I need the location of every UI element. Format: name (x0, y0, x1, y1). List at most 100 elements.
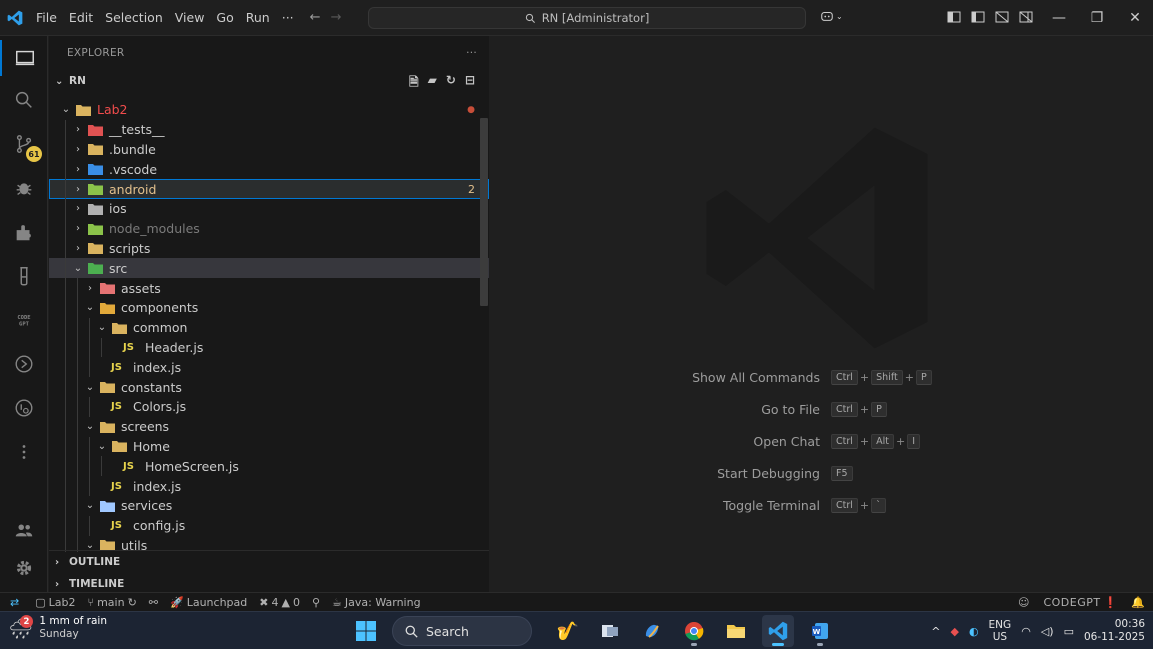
sync-icon[interactable]: ↻ (128, 596, 137, 609)
explorer-icon[interactable] (0, 40, 48, 76)
chevron-down-icon: ⌄ (61, 104, 71, 116)
trumpet-icon: 🎷 (556, 620, 580, 642)
menu-edit[interactable]: Edit (63, 0, 99, 36)
toggle-secondary-sidebar-icon[interactable] (1019, 10, 1033, 24)
folder-item[interactable]: ⌄ src (49, 258, 489, 279)
menu-file[interactable]: File (30, 0, 63, 36)
toggle-sidebar-icon[interactable] (971, 10, 985, 24)
taskbar-app-chrome[interactable] (678, 615, 710, 647)
file-item[interactable]: JS Header.js (49, 337, 489, 358)
language-indicator[interactable]: ENG US (989, 619, 1012, 643)
menu-go[interactable]: Go (210, 0, 239, 36)
outline-section[interactable]: › OUTLINE (49, 551, 489, 573)
layout-panel-icon[interactable] (947, 10, 961, 24)
folder-item[interactable]: › node_modules (49, 218, 489, 239)
folder-item[interactable]: › .bundle (49, 139, 489, 160)
file-item[interactable]: JS Colors.js (49, 396, 489, 417)
folder-item[interactable]: ⌄ common (49, 317, 489, 338)
close-icon[interactable]: ✕ (1116, 0, 1153, 36)
more-views-icon[interactable] (0, 434, 48, 470)
menu-selection[interactable]: Selection (99, 0, 169, 36)
taskbar-app-file-explorer[interactable] (720, 615, 752, 647)
restore-icon[interactable]: ❐ (1078, 0, 1116, 36)
remote-explorer-icon[interactable] (0, 390, 48, 426)
folder-section-rn[interactable]: ⌄ RN 🗎 ▰ ↻ ⊟ (49, 70, 489, 92)
file-item[interactable]: JS index.js (49, 476, 489, 496)
file-item[interactable]: JS index.js (49, 357, 489, 378)
taskbar-app-copilot[interactable] (636, 615, 668, 647)
shortcut-hint-row: Start Debugging F5 (489, 466, 855, 481)
folder-item[interactable]: ⌄ screens (49, 416, 489, 437)
folder-item[interactable]: › scripts (49, 238, 489, 259)
java-icon: ☕ (332, 595, 342, 609)
new-file-icon[interactable]: 🗎 (409, 73, 419, 94)
start-button[interactable] (350, 615, 382, 647)
menu-more[interactable]: ··· (276, 0, 300, 36)
testing-icon[interactable] (0, 258, 48, 294)
clock[interactable]: 00:36 06-11-2025 (1084, 618, 1145, 644)
copilot-status-icon[interactable]: ☺ (1018, 596, 1029, 609)
run-debug-icon[interactable] (0, 170, 48, 206)
command-center[interactable]: RN [Administrator] (368, 7, 806, 29)
forward-arrow-icon[interactable]: → (331, 10, 342, 25)
refresh-icon[interactable]: ↻ (446, 73, 456, 94)
tree-item-label: scripts (109, 240, 151, 256)
folder-item[interactable]: › .vscode (49, 159, 489, 180)
problems-indicator[interactable]: ✖ 4 ▲ 0 (253, 596, 306, 609)
weather-widget[interactable]: 🌧 2 1 mm of rain Sunday (8, 615, 107, 641)
menu-view[interactable]: View (169, 0, 211, 36)
java-status[interactable]: ☕ Java: Warning (326, 596, 427, 609)
folder-item[interactable]: ⌄ services (49, 495, 489, 516)
accounts-icon[interactable] (0, 512, 48, 548)
folder-item[interactable]: › assets (49, 278, 489, 298)
minimize-icon[interactable]: — (1040, 0, 1078, 36)
github-actions-icon[interactable] (0, 346, 48, 382)
key-plus-separator: + (904, 371, 914, 384)
workspace-folder[interactable]: ▢ Lab2 (29, 596, 81, 609)
folder-item[interactable]: › android 2 (49, 179, 489, 199)
chevron-right-icon: › (76, 124, 80, 136)
folder-item[interactable]: › __tests__ (49, 119, 489, 140)
tray-app2-icon[interactable]: ◐ (969, 625, 979, 638)
taskbar-app-vscode[interactable] (762, 615, 794, 647)
manage-gear-icon[interactable] (0, 550, 48, 586)
taskbar-widget-app[interactable]: 🎷 (552, 615, 584, 647)
file-item[interactable]: JS HomeScreen.js (49, 456, 489, 477)
menu-run[interactable]: Run (240, 0, 276, 36)
bell-tail-icon[interactable]: ⚲ (306, 596, 326, 609)
folder-icon (111, 321, 127, 335)
explorer-more-button[interactable]: ··· (466, 47, 477, 59)
taskbar-app-word[interactable]: W (804, 615, 836, 647)
extensions-icon[interactable] (0, 214, 48, 250)
volume-icon[interactable]: ◁) (1041, 625, 1054, 638)
codegpt-status[interactable]: CODEGPT ❗ (1043, 596, 1117, 609)
show-hidden-icons-chevron-icon[interactable]: ^ (931, 625, 940, 638)
search-icon[interactable] (0, 82, 48, 118)
file-item[interactable]: JS config.js (49, 515, 489, 536)
folder-item[interactable]: ⌄ constants (49, 377, 489, 397)
git-graph-button[interactable]: ⚯ (143, 596, 164, 609)
wifi-icon[interactable]: ◠ (1021, 625, 1031, 638)
folder-item[interactable]: ⌄ components (49, 297, 489, 318)
task-view-button[interactable] (594, 615, 626, 647)
folder-item[interactable]: › ios (49, 198, 489, 219)
new-folder-icon[interactable]: ▰ (428, 73, 437, 94)
codegpt-icon[interactable]: CODE GPT (0, 302, 48, 338)
collapse-all-icon[interactable]: ⊟ (465, 73, 475, 94)
back-arrow-icon[interactable]: ← (310, 10, 321, 25)
notifications-bell-icon[interactable]: 🔔 (1131, 596, 1145, 609)
git-branch[interactable]: ⑂ main ↻ (81, 596, 142, 609)
taskbar-search[interactable]: Search (392, 616, 532, 646)
remote-indicator[interactable]: ⇄ (0, 596, 29, 609)
shortcut-label: Open Chat (753, 434, 820, 449)
toggle-panel-icon[interactable] (995, 10, 1009, 24)
sidebar-scrollbar[interactable] (480, 118, 488, 306)
copilot-button[interactable]: ⌄ (820, 9, 843, 23)
battery-icon[interactable]: ▭ (1064, 625, 1074, 638)
tray-app-icon[interactable]: ◆ (950, 625, 958, 638)
explorer-header: EXPLORER ··· (49, 36, 489, 70)
source-control-icon[interactable]: 61 (0, 126, 48, 162)
folder-item[interactable]: ⌄ Lab2 ● (49, 100, 489, 120)
launchpad-button[interactable]: 🚀 Launchpad (164, 596, 253, 609)
folder-item[interactable]: ⌄ Home (49, 436, 489, 457)
